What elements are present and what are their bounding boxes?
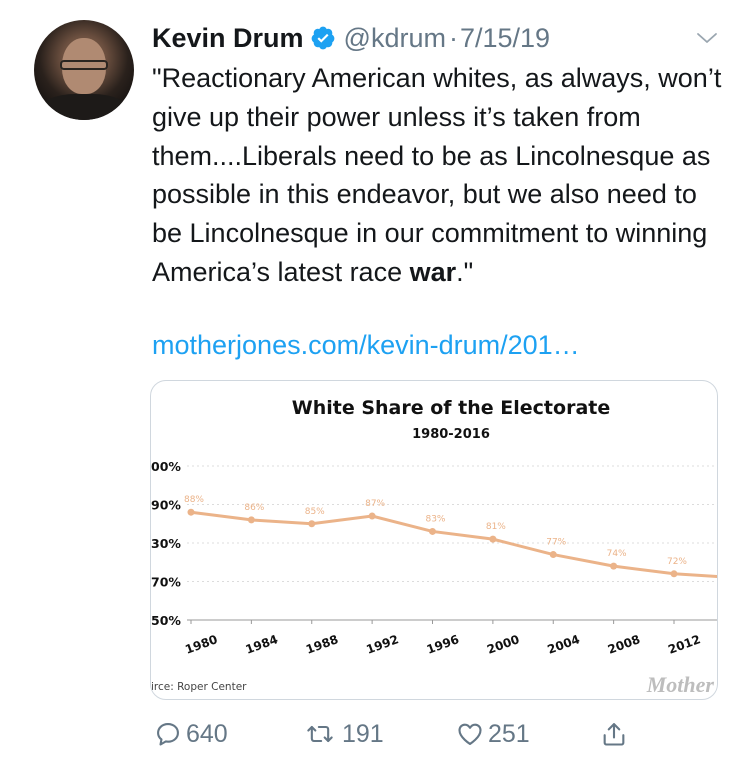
data-point [368,512,376,520]
like-button[interactable]: 251 [456,712,530,756]
reply-button[interactable]: 640 [154,712,228,756]
tweet-text-bold: war [409,256,457,287]
data-point [610,562,618,570]
x-tick-label: 1992 [364,632,400,657]
x-tick-label: 1996 [425,632,461,657]
x-tick-label: 2004 [545,632,581,657]
data-point [429,527,436,535]
chart-y-ticks: 00% 90% 30% 70% 50% [151,459,181,628]
data-point [489,535,497,543]
x-tick-label: 1988 [304,632,340,657]
data-label: 77% [546,538,566,548]
retweet-count: 191 [342,719,384,748]
y-tick-label: 50% [151,613,181,628]
x-tick-label: 2008 [606,632,642,657]
chart-subtitle: 1980-2016 [412,427,490,442]
x-tick-label: 1980 [183,632,219,657]
data-point [308,520,316,528]
y-tick-label: 90% [151,498,181,513]
chevron-down-icon[interactable] [695,26,719,50]
x-tick-label: 1984 [244,632,280,657]
data-point [670,570,678,578]
data-point [187,508,195,516]
tweet-text: "Reactionary American whites, as always,… [152,59,732,292]
author-avatar[interactable] [34,20,134,120]
reply-count: 640 [186,719,228,748]
retweet-button[interactable]: 191 [302,712,384,756]
chart: White Share of the Electorate 1980-2016 … [151,397,717,697]
chart-gridlines [187,465,717,582]
data-label: 87% [365,499,385,509]
data-label: 86% [244,503,264,513]
share-button[interactable] [600,712,632,756]
heart-icon [458,723,482,745]
mother-jones-watermark: Mother [646,672,715,697]
data-point [549,551,557,559]
tweet-date[interactable]: 7/15/19 [460,23,550,54]
avatar-glasses [60,60,108,70]
data-label: 88% [184,495,204,505]
tweet-actions: 640 191 251 [0,712,750,756]
share-icon [603,723,625,746]
x-tick-label: 2012 [666,632,702,657]
chart-title: White Share of the Electorate [292,397,610,419]
chart-x-axis: 1980 1984 1988 1992 1996 2000 2004 2008 2012 [183,619,717,657]
tweet-header: Kevin Drum @kdrum · 7/15/19 [152,20,550,56]
tweet-link[interactable]: motherjones.com/kevin-drum/201… [152,330,580,361]
data-label: 81% [486,522,506,532]
author-handle[interactable]: @kdrum [344,23,446,54]
data-label: 85% [305,507,325,517]
chart-series: 88% 86% 85% 87% 83% 81% 77% 74% 72% [184,495,717,579]
data-label: 83% [425,514,445,524]
data-label: 74% [607,549,627,559]
author-name[interactable]: Kevin Drum [152,23,304,54]
tweet-text-main: "Reactionary American whites, as always,… [152,63,722,287]
avatar-shirt [40,94,128,120]
like-count: 251 [488,719,530,748]
x-tick-label: 2000 [485,632,521,657]
verified-badge-icon [311,26,334,50]
series-line [190,510,717,579]
media-card[interactable]: White Share of the Electorate 1980-2016 … [150,380,718,700]
chart-source: irce: Roper Center [151,681,247,693]
tweet-text-end: ." [456,256,474,287]
reply-icon [157,723,179,746]
data-point [247,516,255,524]
retweet-icon [307,725,333,743]
y-tick-label: 00% [151,459,181,474]
data-label: 72% [667,557,687,567]
header-separator: · [448,22,458,53]
y-tick-label: 30% [151,536,181,551]
y-tick-label: 70% [151,575,181,590]
